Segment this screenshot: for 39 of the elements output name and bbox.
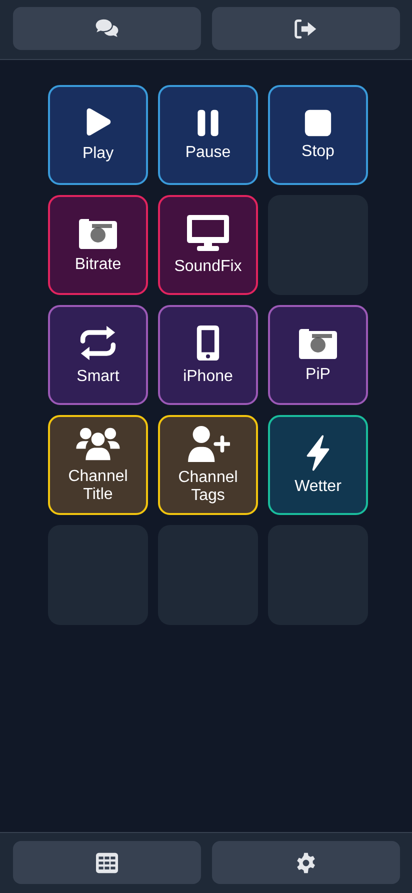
action-tile[interactable]: Play xyxy=(48,85,148,185)
tile-label: Stop xyxy=(300,143,336,161)
chat-button[interactable] xyxy=(13,7,201,50)
tile-label: Channel Tags xyxy=(177,469,239,505)
tile-label: iPhone xyxy=(182,368,234,386)
tile-label: Smart xyxy=(76,368,120,386)
settings-button[interactable] xyxy=(212,841,400,884)
camera-icon xyxy=(298,326,338,360)
camera-icon xyxy=(78,216,118,250)
exit-icon xyxy=(294,18,318,40)
tile-label: Wetter xyxy=(294,478,342,496)
lightning-icon xyxy=(304,434,332,472)
tile-label: PiP xyxy=(304,366,332,384)
phone-icon xyxy=(196,324,220,362)
action-tile[interactable]: Wetter xyxy=(268,415,368,515)
tile-label: Channel Title xyxy=(67,468,129,504)
monitor-icon xyxy=(186,214,230,252)
repeat-icon xyxy=(79,324,117,362)
users-icon xyxy=(74,426,122,462)
pause-icon xyxy=(195,108,221,138)
chat-icon xyxy=(95,18,119,40)
action-tile[interactable]: Stop xyxy=(268,85,368,185)
grid-button[interactable] xyxy=(13,841,201,884)
user-plus-icon xyxy=(186,425,230,463)
action-tile[interactable]: PiP xyxy=(268,305,368,405)
action-tile[interactable]: Pause xyxy=(158,85,258,185)
tile-label: Bitrate xyxy=(74,256,122,274)
tile-label: Play xyxy=(81,145,115,163)
grid-icon xyxy=(95,852,119,874)
action-tile[interactable]: Channel Title xyxy=(48,415,148,515)
tile-label: Pause xyxy=(184,144,232,162)
action-tile[interactable]: Bitrate xyxy=(48,195,148,295)
settings-icon xyxy=(294,852,318,874)
action-tile[interactable]: SoundFix xyxy=(158,195,258,295)
action-tile[interactable]: Channel Tags xyxy=(158,415,258,515)
tile-label: SoundFix xyxy=(173,258,243,276)
stop-icon xyxy=(304,109,332,137)
action-tile[interactable]: Smart xyxy=(48,305,148,405)
action-tile[interactable]: iPhone xyxy=(158,305,258,405)
